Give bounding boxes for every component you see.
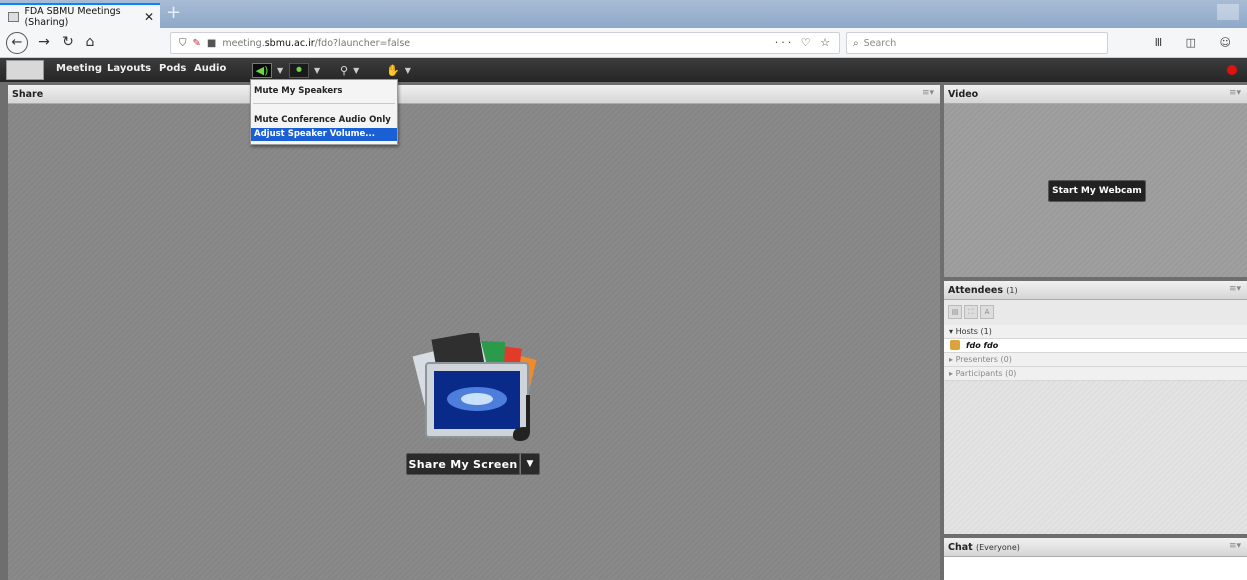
video-pod: Video ≡▾ Start My Webcam <box>944 85 1247 277</box>
host-user-name: fdo fdo <box>966 341 999 350</box>
chat-scope: (Everyone) <box>976 543 1020 552</box>
new-tab-button[interactable]: + <box>166 4 181 22</box>
share-screen-button[interactable]: Share My Screen <box>406 453 520 475</box>
share-pod: Share ≡▾ Share My Screen ▼ <box>8 85 940 580</box>
host-icon <box>950 340 960 350</box>
attendees-pod-title: Attendees <box>948 285 1003 296</box>
attendees-toolbar: ▤ ⛶ A <box>948 305 996 321</box>
list-item[interactable]: fdo fdo <box>944 339 1247 353</box>
menu-item-adjust-speaker-volume[interactable]: Adjust Speaker Volume... <box>251 128 397 141</box>
menu-item-mute-speakers[interactable]: Mute My Speakers <box>251 85 397 98</box>
attendees-pod: Attendees (1) ≡▾ ▤ ⛶ A ▾ Hosts (1) fdo f… <box>944 281 1247 534</box>
list-view-icon[interactable]: ▤ <box>948 305 962 319</box>
share-pod-header: Share ≡▾ <box>8 85 940 104</box>
chevron-down-icon[interactable]: ▼ <box>277 66 283 75</box>
mic-box: ⏺ <box>289 62 309 78</box>
share-screen-graphic <box>412 333 537 441</box>
webcam-icon: ⚲ <box>340 63 349 77</box>
forward-button[interactable]: → <box>34 33 54 51</box>
browser-nav-bar: ← → ↻ ⌂ ⛉ ✎ ■ meeting. sbmu.ac.ir/fdo?lau… <box>0 28 1247 58</box>
reload-button[interactable]: ↻ <box>58 33 78 51</box>
pod-options-icon[interactable]: ≡▾ <box>1229 88 1241 98</box>
close-tab-icon[interactable]: ✕ <box>144 10 154 24</box>
presenters-group-label: Presenters (0) <box>955 355 1012 364</box>
speaker-icon: ◀) <box>255 63 269 77</box>
menu-item-mute-conference-audio[interactable]: Mute Conference Audio Only <box>251 114 397 127</box>
app-menu-bar: Meeting Layouts Pods Audio ◀) ▼ ⏺ ▼ ⚲ ▼ … <box>0 58 1247 82</box>
attendees-count: (1) <box>1006 286 1018 295</box>
url-path: /fdo?launcher=false <box>314 37 411 49</box>
attendees-pod-header: Attendees (1) ≡▾ <box>944 281 1247 300</box>
pod-options-icon[interactable]: ≡▾ <box>1229 541 1241 551</box>
raise-hand-icon: ✋ <box>386 63 400 77</box>
toolbar-icons[interactable]: Ⅲ ◫ ☺ <box>1155 36 1241 49</box>
search-input[interactable]: ⌕ Search <box>846 32 1108 54</box>
status-control[interactable]: ✋ ▼ <box>386 62 411 78</box>
grid-view-icon[interactable]: ⛶ <box>964 305 978 319</box>
speaker-box: ◀) <box>252 62 272 78</box>
menu-meeting[interactable]: Meeting <box>56 63 102 74</box>
home-button[interactable]: ⌂ <box>80 33 100 51</box>
speaker-control[interactable]: ◀) ▼ <box>252 62 283 78</box>
menu-audio[interactable]: Audio <box>194 63 226 74</box>
chevron-down-icon[interactable]: ▼ <box>520 453 540 475</box>
browser-tab-bar: FDA SBMU Meetings (Sharing) ✕ + <box>0 0 1247 28</box>
start-webcam-button[interactable]: Start My Webcam <box>1048 180 1146 202</box>
url-host: sbmu.ac.ir <box>264 37 315 49</box>
media-icon: ■ <box>206 37 217 49</box>
chevron-down-icon[interactable]: ▼ <box>353 66 359 75</box>
url-bar[interactable]: ⛉ ✎ ■ meeting. sbmu.ac.ir/fdo?launcher=fa… <box>170 32 840 54</box>
video-pod-header: Video ≡▾ <box>944 85 1247 104</box>
chat-pod-title: Chat <box>948 542 973 553</box>
favicon-icon <box>8 11 20 22</box>
speaker-dropdown-menu: Mute My Speakers Mute Conference Audio O… <box>250 79 398 145</box>
microphone-icon: ⏺ <box>296 63 302 76</box>
chevron-down-icon[interactable]: ▼ <box>405 66 411 75</box>
window-control[interactable] <box>1217 4 1239 20</box>
webcam-control[interactable]: ⚲ ▼ <box>340 62 359 78</box>
meeting-app: Meeting Layouts Pods Audio ◀) ▼ ⏺ ▼ ⚲ ▼ … <box>0 58 1247 580</box>
chevron-down-icon[interactable]: ▼ <box>314 66 320 75</box>
menu-pods[interactable]: Pods <box>159 63 186 74</box>
hosts-group-label: Hosts (1) <box>955 327 992 336</box>
browser-tab[interactable]: FDA SBMU Meetings (Sharing) ✕ <box>0 3 160 28</box>
menu-layouts[interactable]: Layouts <box>107 63 151 74</box>
share-screen-button-group: Share My Screen ▼ <box>406 453 540 475</box>
participants-group-label: Participants (0) <box>955 369 1017 378</box>
url-prefix: meeting. <box>222 37 265 49</box>
pod-options-icon[interactable]: ≡▾ <box>922 88 934 98</box>
recording-indicator[interactable] <box>1227 65 1237 75</box>
menu-divider <box>253 103 395 104</box>
share-pod-title: Share <box>12 89 44 100</box>
attendees-empty-area <box>944 381 1247 534</box>
back-button[interactable]: ← <box>6 32 28 54</box>
list-item[interactable]: ▸ Participants (0) <box>944 367 1247 381</box>
pod-options-icon[interactable]: ≡▾ <box>1229 284 1241 294</box>
chat-pod-header: Chat (Everyone) ≡▾ <box>944 538 1247 557</box>
tab-title: FDA SBMU Meetings (Sharing) <box>24 5 121 28</box>
search-placeholder: Search <box>863 37 897 49</box>
list-item[interactable]: ▾ Hosts (1) <box>944 325 1247 339</box>
sort-icon[interactable]: A <box>980 305 994 319</box>
search-icon: ⌕ <box>853 37 859 49</box>
logo <box>6 60 44 80</box>
attendees-list: ▾ Hosts (1) fdo fdo ▸ Presenters (0) ▸ P… <box>944 325 1247 381</box>
page-actions[interactable]: ··· ♡ ☆ <box>775 36 833 49</box>
microphone-control[interactable]: ⏺ ▼ <box>289 62 320 78</box>
permissions-icon[interactable]: ✎ <box>193 38 201 49</box>
list-item[interactable]: ▸ Presenters (0) <box>944 353 1247 367</box>
chat-pod: Chat (Everyone) ≡▾ <box>944 538 1247 580</box>
video-pod-title: Video <box>948 89 979 100</box>
shield-icon: ⛉ <box>179 37 187 49</box>
